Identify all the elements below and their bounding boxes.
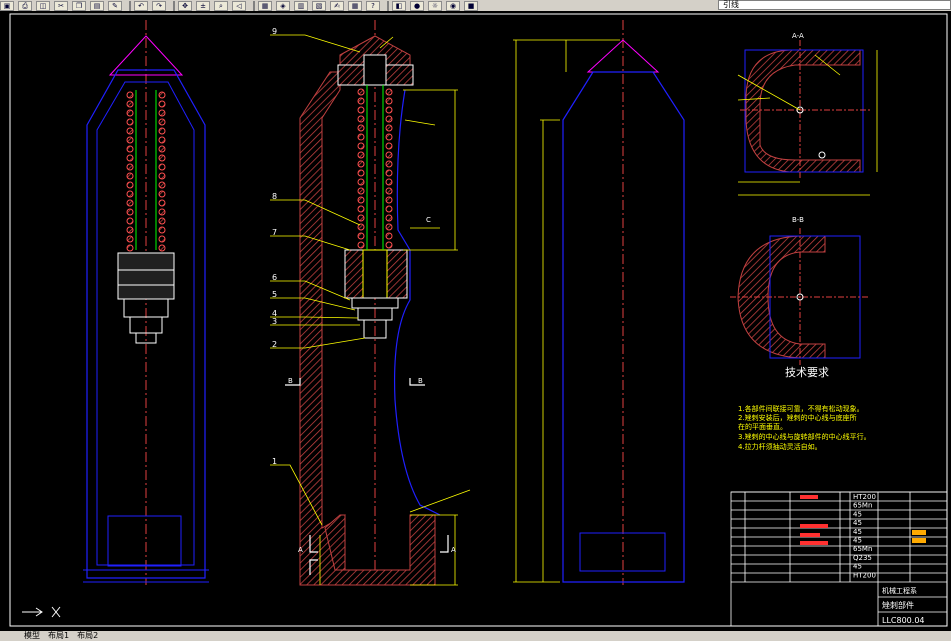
redo-icon[interactable]: ↷ bbox=[152, 0, 166, 11]
layout-tab-1[interactable]: 布局1 bbox=[48, 631, 69, 640]
save-icon[interactable]: ▣ bbox=[0, 0, 14, 11]
bulb-icon[interactable]: ● bbox=[410, 0, 424, 11]
bom-material: 65Mn bbox=[853, 502, 872, 510]
part-label: 1 bbox=[272, 457, 277, 466]
calculator-icon[interactable]: ▦ bbox=[348, 0, 362, 11]
bom-material: HT200 bbox=[853, 493, 876, 501]
bom-material: Q235 bbox=[853, 554, 872, 562]
left-view bbox=[83, 20, 209, 585]
ucs-icon bbox=[22, 606, 61, 618]
section-mark-a1: A bbox=[298, 546, 303, 554]
color-icon[interactable]: ■ bbox=[464, 0, 478, 11]
properties-icon[interactable]: ▦ bbox=[258, 0, 272, 11]
lock-icon[interactable]: ◉ bbox=[446, 0, 460, 11]
markup-icon[interactable]: ✍ bbox=[330, 0, 344, 11]
layout-tab-2[interactable]: 布局2 bbox=[77, 631, 98, 640]
tech-note-5: 4.拉力杆须抽动灵活自如。 bbox=[738, 442, 822, 451]
preview-icon[interactable]: ◫ bbox=[36, 0, 50, 11]
drawing-canvas[interactable]: HT200 65Mn 45 45 45 45 65Mn Q235 45 HT200 9 8 7 6 5 4 3 2… bbox=[0, 11, 951, 631]
cut-icon[interactable]: ✂ bbox=[54, 0, 68, 11]
tech-note-4: 3.矬刺的中心线与旋转部件的中心线平行。 bbox=[738, 432, 871, 441]
bom-material: 65Mn bbox=[853, 545, 872, 553]
bom-material: 45 bbox=[853, 528, 862, 536]
help-icon[interactable]: ? bbox=[366, 0, 380, 11]
layer-manager-icon[interactable]: ◧ bbox=[392, 0, 406, 11]
outline-view bbox=[513, 20, 685, 585]
copy-icon[interactable]: ❐ bbox=[72, 0, 86, 11]
zoom-window-icon[interactable]: ⌕ bbox=[214, 0, 228, 11]
title-drawing-number: LLC800.04 bbox=[882, 616, 925, 625]
bom-material: 45 bbox=[853, 510, 862, 518]
section-mark-a2: A bbox=[451, 546, 456, 554]
bom-material: 45 bbox=[853, 537, 862, 545]
paste-icon[interactable]: ▤ bbox=[90, 0, 104, 11]
title-block bbox=[730, 491, 948, 627]
part-label: 3 bbox=[272, 317, 277, 326]
part-label: 2 bbox=[272, 340, 277, 349]
tech-note-2: 2.矬刺安装后，矬刺的中心线与底座所 bbox=[738, 413, 857, 422]
part-label: 6 bbox=[272, 273, 277, 282]
section-mark-c: C bbox=[426, 216, 431, 224]
section-view bbox=[270, 20, 471, 586]
sun-icon[interactable]: ☼ bbox=[428, 0, 442, 11]
tech-note-3: 在的平面垂直。 bbox=[738, 422, 787, 431]
tech-requirements-title: 技术要求 bbox=[785, 366, 829, 379]
pan-icon[interactable]: ✥ bbox=[178, 0, 192, 11]
zoom-previous-icon[interactable]: ◁ bbox=[232, 0, 246, 11]
part-label: 5 bbox=[272, 290, 277, 299]
layer-dropdown[interactable]: 引线 bbox=[718, 0, 951, 10]
part-label: 8 bbox=[272, 192, 277, 201]
section-mark-b1: B bbox=[288, 377, 293, 385]
section-aa-label: A-A bbox=[792, 32, 804, 40]
section-bb-label: B-B bbox=[792, 216, 804, 224]
match-icon[interactable]: ✎ bbox=[108, 0, 122, 11]
part-label: 7 bbox=[272, 228, 277, 237]
part-label: 9 bbox=[272, 27, 277, 36]
title-company: 机械工程系 bbox=[882, 586, 917, 595]
print-icon[interactable]: ⎙ bbox=[18, 0, 32, 11]
section-mark-b2: B bbox=[418, 377, 423, 385]
bom-material: 45 bbox=[853, 563, 862, 571]
section-bb-view bbox=[730, 228, 870, 365]
title-part-name: 矬刺部件 bbox=[882, 600, 914, 610]
undo-icon[interactable]: ↶ bbox=[134, 0, 148, 11]
sheet-set-icon[interactable]: ▧ bbox=[312, 0, 326, 11]
zoom-realtime-icon[interactable]: ± bbox=[196, 0, 210, 11]
layout-tab-0[interactable]: 模型 bbox=[24, 631, 40, 640]
section-aa-view bbox=[737, 40, 878, 196]
bom-material: HT200 bbox=[853, 571, 876, 579]
bom-material: 45 bbox=[853, 519, 862, 527]
design-center-icon[interactable]: ◈ bbox=[276, 0, 290, 11]
tech-note-1: 1.各部件间联接可靠，不得有松动现象。 bbox=[738, 404, 864, 413]
layout-tabs: 模型 布局1 布局2 bbox=[0, 631, 951, 641]
tool-palette-icon[interactable]: ▥ bbox=[294, 0, 308, 11]
